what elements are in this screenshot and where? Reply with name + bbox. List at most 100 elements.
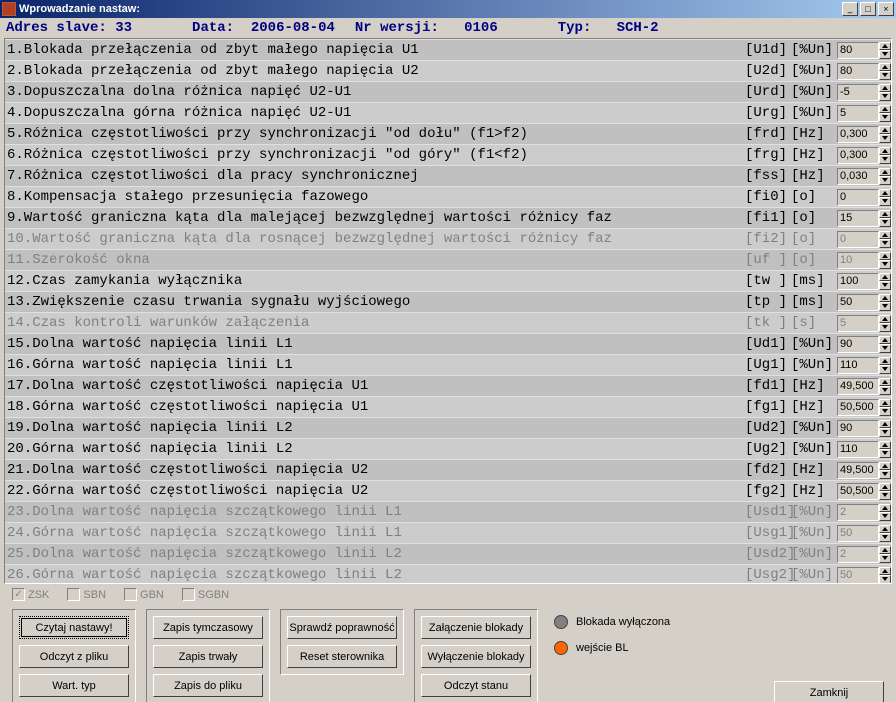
setting-row: 5.Różnica częstotliwości przy synchroniz… [5,123,891,144]
setting-spinner[interactable] [879,441,891,458]
checkbox-box[interactable]: ✓ [12,588,25,601]
spinner-down-icon[interactable] [879,344,891,353]
spinner-down-icon[interactable] [879,92,891,101]
setting-spinner[interactable] [879,399,891,416]
spinner-up-icon[interactable] [879,462,891,471]
setting-value-input[interactable]: 15 [837,210,879,227]
spinner-down-icon[interactable] [879,155,891,164]
spinner-up-icon[interactable] [879,483,891,492]
spinner-down-icon[interactable] [879,302,891,311]
close-dialog-button[interactable]: Zamknij [774,681,884,702]
button-zapis-tymczasowy[interactable]: Zapis tymczasowy [153,616,263,639]
spinner-up-icon[interactable] [879,441,891,450]
setting-value-input[interactable]: 49,500 [837,462,879,479]
checkbox-sgbn[interactable]: SGBN [182,588,229,601]
spinner-down-icon[interactable] [879,386,891,395]
setting-spinner[interactable] [879,336,891,353]
spinner-up-icon[interactable] [879,378,891,387]
spinner-up-icon[interactable] [879,294,891,303]
spinner-down-icon[interactable] [879,71,891,80]
setting-spinner[interactable] [879,357,891,374]
setting-value-input[interactable]: 90 [837,336,879,353]
spinner-down-icon[interactable] [879,281,891,290]
spinner-up-icon[interactable] [879,105,891,114]
spinner-down-icon[interactable] [879,218,891,227]
button-wart-typ[interactable]: Wart. typ [19,674,129,697]
setting-value-input[interactable]: 110 [837,441,879,458]
setting-value-input[interactable]: 110 [837,357,879,374]
button-zapis-do-pliku[interactable]: Zapis do pliku [153,674,263,697]
button-sprawdź-poprawność[interactable]: Sprawdź poprawność [287,616,397,639]
setting-spinner[interactable] [879,420,891,437]
setting-value-input[interactable]: 90 [837,420,879,437]
setting-value-input[interactable]: 0,300 [837,126,879,143]
setting-value-input[interactable]: 49,500 [837,378,879,395]
setting-value-input[interactable]: -5 [837,84,879,101]
setting-spinner[interactable] [879,189,891,206]
button-zapis-trwały[interactable]: Zapis trwały [153,645,263,668]
setting-spinner[interactable] [879,84,891,101]
button-odczyt-stanu[interactable]: Odczyt stanu [421,674,531,697]
setting-spinner[interactable] [879,483,891,500]
spinner-up-icon[interactable] [879,336,891,345]
spinner-up-icon[interactable] [879,189,891,198]
setting-value-input[interactable]: 0 [837,189,879,206]
spinner-down-icon[interactable] [879,176,891,185]
button-wyłączenie-blokady[interactable]: Wyłączenie blokady [421,645,531,668]
checkbox-zsk[interactable]: ✓ZSK [12,588,49,601]
spinner-up-icon[interactable] [879,210,891,219]
spinner-down-icon[interactable] [879,197,891,206]
setting-value-input[interactable]: 5 [837,105,879,122]
setting-spinner[interactable] [879,63,891,80]
setting-spinner[interactable] [879,273,891,290]
setting-value-input[interactable]: 80 [837,63,879,80]
checkbox-gbn[interactable]: GBN [124,588,164,601]
setting-value-input[interactable]: 0,030 [837,168,879,185]
spinner-down-icon[interactable] [879,491,891,500]
button-reset-sterownika[interactable]: Reset sterownika [287,645,397,668]
spinner-down-icon[interactable] [879,428,891,437]
setting-value-input[interactable]: 100 [837,273,879,290]
spinner-up-icon[interactable] [879,420,891,429]
button-załączenie-blokady[interactable]: Załączenie blokady [421,616,531,639]
setting-spinner[interactable] [879,210,891,227]
setting-spinner[interactable] [879,378,891,395]
checkbox-box[interactable] [124,588,137,601]
spinner-down-icon[interactable] [879,113,891,122]
minimize-button[interactable]: _ [842,2,858,16]
close-button[interactable]: × [878,2,894,16]
setting-spinner[interactable] [879,462,891,479]
spinner-down-icon[interactable] [879,449,891,458]
spinner-up-icon[interactable] [879,273,891,282]
checkbox-sbn[interactable]: SBN [67,588,106,601]
maximize-button[interactable]: □ [860,2,876,16]
spinner-down-icon[interactable] [879,50,891,59]
spinner-up-icon[interactable] [879,126,891,135]
spinner-up-icon[interactable] [879,63,891,72]
setting-spinner[interactable] [879,126,891,143]
spinner-up-icon[interactable] [879,84,891,93]
setting-spinner[interactable] [879,168,891,185]
spinner-up-icon[interactable] [879,42,891,51]
checkbox-box[interactable] [67,588,80,601]
spinner-down-icon[interactable] [879,134,891,143]
spinner-up-icon[interactable] [879,399,891,408]
setting-spinner[interactable] [879,147,891,164]
spinner-up-icon[interactable] [879,147,891,156]
checkbox-box[interactable] [182,588,195,601]
setting-value-input[interactable]: 0,300 [837,147,879,164]
button-czytaj-nastawy-[interactable]: Czytaj nastawy! [19,616,129,639]
setting-spinner[interactable] [879,294,891,311]
setting-spinner[interactable] [879,105,891,122]
setting-value-input[interactable]: 50 [837,294,879,311]
setting-value-input[interactable]: 50,500 [837,483,879,500]
spinner-up-icon[interactable] [879,168,891,177]
setting-spinner[interactable] [879,42,891,59]
spinner-down-icon[interactable] [879,407,891,416]
button-odczyt-z-pliku[interactable]: Odczyt z pliku [19,645,129,668]
spinner-down-icon[interactable] [879,365,891,374]
setting-value-input[interactable]: 50,500 [837,399,879,416]
spinner-down-icon[interactable] [879,470,891,479]
setting-value-input[interactable]: 80 [837,42,879,59]
spinner-up-icon[interactable] [879,357,891,366]
